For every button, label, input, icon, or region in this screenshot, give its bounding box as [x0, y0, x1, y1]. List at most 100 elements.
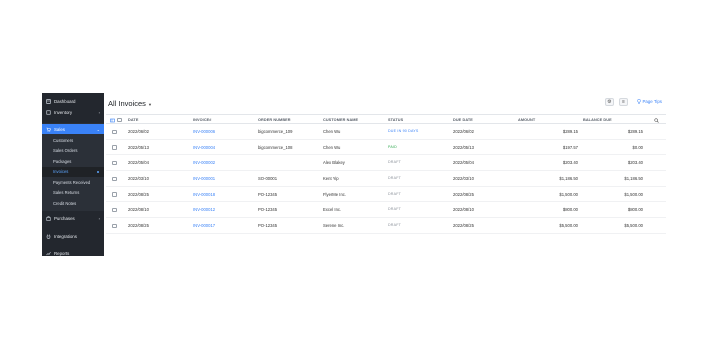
gear-icon: ⚙ — [607, 99, 612, 105]
lightbulb-icon — [637, 99, 641, 104]
sub-label: Credit Notes — [53, 200, 77, 206]
settings-button[interactable]: ⚙ — [605, 98, 614, 106]
menu-button[interactable]: ≡ — [619, 98, 628, 106]
sidebar-item-label: Reports — [54, 250, 70, 256]
row-checkbox[interactable] — [112, 160, 117, 166]
cell-amount: $1,500.00 — [559, 191, 578, 197]
cell-amount: $1,186.50 — [559, 176, 578, 182]
cell-balance-due: $203.40 — [627, 160, 643, 166]
cell-balance-due: $0.00 — [632, 144, 643, 150]
table-row[interactable]: 2022/03/10 INV-000001 SO-00001 Kent Yip DRAF… — [106, 171, 666, 187]
cell-order-number: PO-12345 — [258, 207, 278, 213]
cell-date: 2022/08/10 — [128, 207, 149, 213]
chart-icon — [45, 250, 51, 256]
cell-invoice[interactable]: INV-000018 — [193, 187, 215, 203]
cell-date: 2022/05/04 — [128, 160, 149, 166]
main-content: All Invoices ▼ ⚙ ≡ Page Tips DATE INVOIC… — [104, 93, 666, 256]
sidebar-sub-invoices[interactable]: Invoices — [42, 166, 104, 177]
row-checkbox[interactable] — [112, 207, 117, 213]
sidebar-sub-payments-received[interactable]: Payments Received — [42, 177, 104, 187]
sidebar-sub-sales-returns[interactable]: Sales Returns — [42, 188, 104, 198]
cart-icon — [45, 126, 51, 132]
inventory-icon — [45, 109, 51, 115]
page-title: All Invoices — [108, 99, 146, 108]
sub-label: Invoices — [53, 169, 69, 174]
dashboard-icon — [45, 98, 51, 104]
cell-customer-name: Chen Wu — [323, 129, 341, 134]
cell-order-number: SO-00001 — [258, 176, 278, 182]
cell-customer-name: Kent Yip — [323, 176, 339, 182]
cell-due-date: 2022/08/10 — [453, 207, 474, 213]
sidebar-item-integrations[interactable]: Integrations — [42, 231, 104, 241]
cell-date: 2022/08/25 — [128, 223, 149, 229]
table-row[interactable]: 2022/08/25 INV-000018 PO-12345 FlyerMe Inc.… — [106, 187, 666, 203]
cell-due-date: 2022/05/04 — [453, 160, 474, 166]
cell-balance-due: $1,500.00 — [624, 191, 643, 197]
cell-customer-name: Alex Blakey — [323, 160, 345, 166]
search-icon[interactable] — [654, 117, 659, 123]
row-checkbox[interactable] — [112, 176, 117, 182]
cell-status: DRAFT — [388, 223, 401, 228]
cell-status: DRAFT — [388, 207, 401, 212]
cell-invoice[interactable]: INV-000004 — [193, 140, 215, 156]
cell-invoice[interactable]: INV-000006 — [193, 124, 215, 140]
cell-due-date: 2022/08/25 — [453, 223, 474, 229]
sidebar-item-purchases[interactable]: Purchases › — [42, 213, 104, 223]
view-selector[interactable]: All Invoices ▼ — [108, 99, 152, 108]
table-row[interactable]: 2022/08/10 INV-000012 PO-12345 Excel Inc. DR… — [106, 202, 666, 219]
sidebar-item-reports[interactable]: Reports — [42, 248, 104, 258]
chevron-right-icon: › — [98, 215, 100, 221]
sidebar-item-inventory[interactable]: Inventory › — [42, 107, 104, 117]
page-tips-link[interactable]: Page Tips — [637, 99, 662, 104]
table-row[interactable]: 2022/05/04 INV-000002 Alex Blakey DRAFT 2022… — [106, 155, 666, 172]
table-row[interactable]: 2022/08/25 INV-000017 PO-12345 Serene Inc. D… — [106, 218, 666, 234]
column-settings-icon[interactable] — [110, 118, 115, 123]
table-body: 2022/06/02 INV-000006 bigcommerce_109 Chen … — [106, 124, 666, 234]
cell-invoice[interactable]: INV-000012 — [193, 202, 215, 218]
select-all-checkbox[interactable] — [117, 117, 122, 122]
cell-customer-name: FlyerMe Inc. — [323, 191, 347, 197]
sidebar-item-label: Sales — [54, 126, 65, 132]
table-row[interactable]: 2022/05/13 INV-000004 bigcommerce_108 Chen … — [106, 140, 666, 156]
table-row[interactable]: 2022/06/02 INV-000006 bigcommerce_109 Chen … — [106, 124, 666, 140]
table-header: DATE INVOICE# ORDER NUMBER CUSTOMER NAME… — [106, 114, 666, 124]
row-checkbox[interactable] — [112, 192, 117, 197]
sidebar-sub-sales-orders[interactable]: Sales Orders — [42, 146, 104, 156]
cell-status: DUE IN 90 DAYS — [388, 129, 419, 133]
caret-down-icon: ▼ — [147, 101, 152, 107]
cell-order-number: bigcommerce_108 — [258, 144, 293, 150]
hamburger-icon: ≡ — [622, 99, 625, 105]
sidebar-item-label: Integrations — [54, 233, 77, 239]
cell-amount: $800.00 — [562, 207, 578, 213]
cell-order-number: bigcommerce_109 — [258, 129, 293, 134]
app-window: Dashboard Inventory › Sales ⌄ Customers … — [42, 93, 666, 256]
chevron-down-icon: ⌄ — [96, 126, 100, 132]
cell-amount: $203.40 — [562, 160, 578, 166]
cell-status: DRAFT — [388, 160, 401, 165]
sidebar-sub-customers[interactable]: Customers — [42, 135, 104, 145]
row-checkbox[interactable] — [112, 129, 117, 134]
sidebar-item-label: Inventory — [54, 109, 73, 115]
cell-date: 2022/05/13 — [128, 144, 149, 150]
sidebar-sub-credit-notes[interactable]: Credit Notes — [42, 198, 104, 208]
row-checkbox[interactable] — [112, 223, 117, 229]
cell-invoice[interactable]: INV-000017 — [193, 218, 215, 234]
sidebar-item-label: Dashboard — [54, 98, 76, 104]
sidebar-item-sales[interactable]: Sales ⌄ — [42, 124, 104, 134]
cell-customer-name: Excel Inc. — [323, 207, 342, 213]
invoices-table: DATE INVOICE# ORDER NUMBER CUSTOMER NAME… — [106, 114, 666, 234]
row-checkbox[interactable] — [112, 145, 117, 150]
sidebar-item-dashboard[interactable]: Dashboard — [42, 96, 104, 106]
cell-invoice[interactable]: INV-000001 — [193, 171, 215, 187]
page-tips-label: Page Tips — [642, 99, 662, 104]
sub-label: Customers — [53, 137, 74, 143]
cell-invoice[interactable]: INV-000002 — [193, 155, 215, 171]
cell-due-date: 2022/03/10 — [453, 176, 474, 182]
cell-balance-due: $5,500.00 — [624, 223, 643, 229]
cell-customer-name: Chen Wu — [323, 144, 341, 150]
cell-amount: $5,500.00 — [559, 223, 578, 229]
cell-balance-due: $800.00 — [627, 207, 643, 213]
cell-due-date: 2022/05/13 — [453, 144, 474, 150]
active-dot — [97, 170, 99, 173]
sidebar-sub-packages[interactable]: Packages — [42, 156, 104, 166]
